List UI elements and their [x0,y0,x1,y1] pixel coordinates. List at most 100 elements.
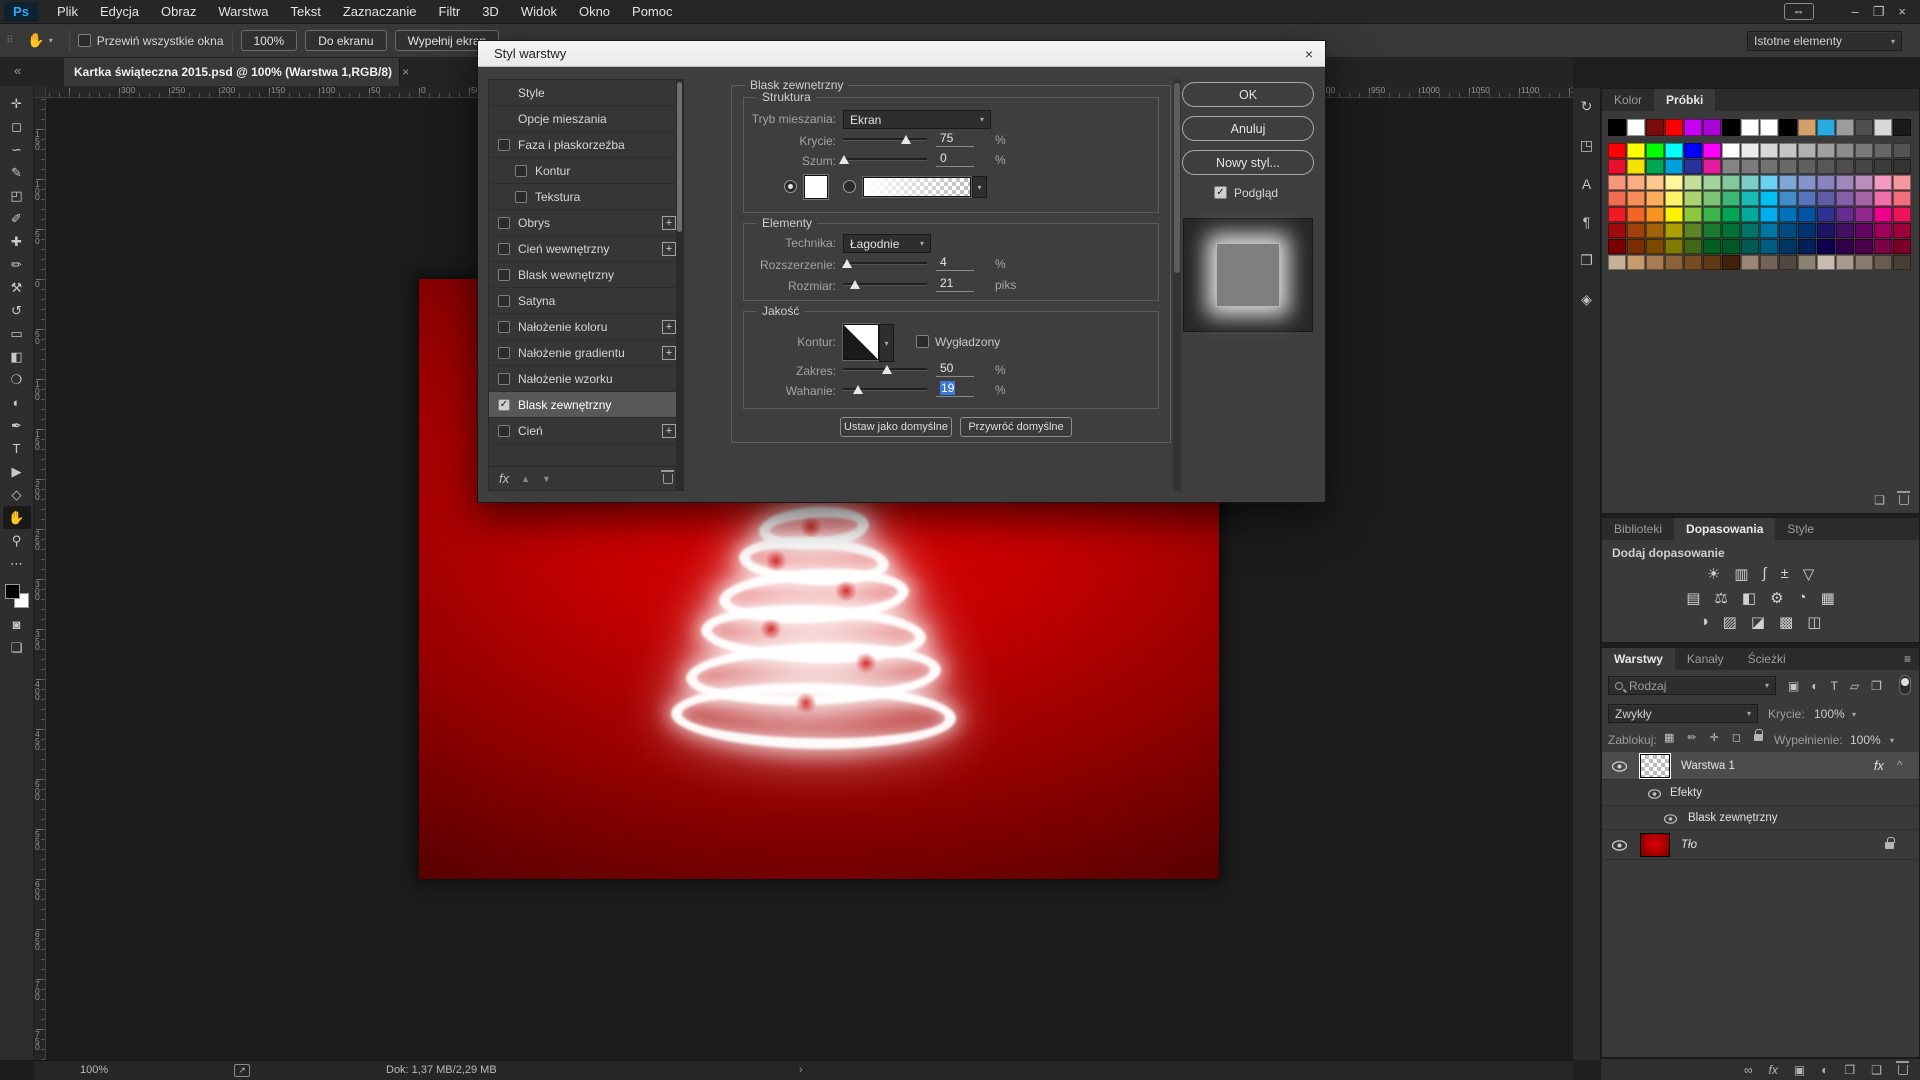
dodge-tool[interactable]: ◐ [3,391,31,414]
curves-icon[interactable]: ∫ [1762,565,1766,583]
scroll-all-windows-option[interactable]: ✓ Przewiń wszystkie okna [78,34,224,48]
swatch[interactable] [1665,143,1683,158]
swatch[interactable] [1798,239,1816,254]
swatch[interactable] [1646,143,1664,158]
collapse-effects-icon[interactable]: ^ [1897,760,1902,772]
swatch[interactable] [1779,159,1797,174]
swatch[interactable] [1646,191,1664,206]
layer-style-item[interactable]: ✓ Blask zewnętrzny + [489,392,683,418]
zoom-100-button[interactable]: 100% [241,30,298,51]
layer-filter-select[interactable]: Rodzaj ▾ [1608,676,1776,695]
black-white-icon[interactable]: ◧ [1742,589,1756,607]
swatch[interactable] [1703,223,1721,238]
noise-slider[interactable] [843,152,927,166]
add-layer-style-icon[interactable]: fx [1769,1063,1778,1077]
swatch[interactable] [1722,159,1740,174]
gradient-picker-icon[interactable]: ▾ [972,176,987,198]
swatch[interactable] [1798,223,1816,238]
antialiased-checkbox[interactable]: ✓ [916,335,929,348]
menu-item[interactable]: Okno [568,0,621,24]
swatch[interactable] [1741,207,1759,222]
add-instance-icon[interactable]: + [662,320,676,334]
spread-value[interactable]: 4 [936,255,974,271]
gradient-map-icon[interactable]: ▩ [1779,613,1793,631]
swatch[interactable] [1836,159,1854,174]
ok-button[interactable]: OK [1182,82,1314,107]
swatch[interactable] [1836,191,1854,206]
swatch[interactable] [1798,175,1816,190]
swatch[interactable] [1817,223,1835,238]
swatch[interactable] [1741,119,1759,136]
shape-tool[interactable]: ◇ [3,483,31,506]
noise-value[interactable]: 0 [936,151,974,167]
swatch[interactable] [1608,159,1626,174]
new-group-icon[interactable]: ❒ [1844,1063,1855,1077]
move-tool[interactable]: ✛ [3,92,31,115]
opacity-value[interactable]: 75 [936,131,974,147]
workspace-select[interactable]: Istotne elementy ▾ [1747,31,1902,51]
technique-select[interactable]: Łagodnie ▾ [843,234,931,253]
swatch[interactable] [1684,159,1702,174]
invert-icon[interactable]: ◑ [1700,613,1709,631]
new-style-button[interactable]: Nowy styl... [1182,150,1314,175]
swatch[interactable] [1855,191,1873,206]
swatch[interactable] [1684,175,1702,190]
layer-name[interactable]: Warstwa 1 [1681,760,1735,772]
menu-item[interactable]: Pomoc [621,0,683,24]
swatch[interactable] [1798,119,1816,136]
swatch[interactable] [1893,191,1911,206]
swatch[interactable] [1760,223,1778,238]
gradient-tool[interactable]: ◧ [3,345,31,368]
glow-gradient-strip[interactable] [863,177,971,197]
swatch[interactable] [1760,175,1778,190]
swatch[interactable] [1798,191,1816,206]
zoom-tool[interactable]: ⚲ [3,529,31,552]
lock-artboard-icon[interactable]: ◻ [1732,731,1741,744]
swatch[interactable] [1741,239,1759,254]
swatch[interactable] [1836,119,1854,136]
swatch[interactable] [1855,159,1873,174]
swatch[interactable] [1798,159,1816,174]
clone-stamp-tool[interactable]: ⚒ [3,276,31,299]
new-layer-icon[interactable]: ❑ [1871,1063,1882,1077]
range-value[interactable]: 50 [936,361,974,377]
swatch[interactable] [1836,175,1854,190]
swatch[interactable] [1703,159,1721,174]
filter-shape-icon[interactable]: ▱ [1850,679,1859,693]
swatch[interactable] [1608,143,1626,158]
color-lookup-icon[interactable]: ▦ [1821,589,1835,607]
layer-style-item[interactable]: ✓ Nałożenie wzorku + [489,366,683,392]
swatch[interactable] [1741,255,1759,270]
quick-mask-button[interactable]: ◙ [3,613,31,636]
dialog-close-icon[interactable]: × [1305,41,1313,67]
style-checkbox[interactable]: ✓ [498,269,510,281]
swatch[interactable] [1798,143,1816,158]
move-down-icon[interactable]: ▼ [542,474,551,484]
glow-color-swatch[interactable] [804,175,828,199]
swatch[interactable] [1703,255,1721,270]
swatch[interactable] [1779,191,1797,206]
workspace-switcher-icon[interactable]: ⇔ [1784,3,1814,20]
swatch[interactable] [1817,175,1835,190]
style-checkbox[interactable]: ✓ [515,191,527,203]
posterize-icon[interactable]: ▨ [1723,613,1737,631]
swatch[interactable] [1646,223,1664,238]
tab-probki[interactable]: Próbki [1654,89,1715,111]
swatch[interactable] [1722,207,1740,222]
style-checkbox[interactable]: ✓ [498,217,510,229]
style-checkbox[interactable]: ✓ [498,321,510,333]
menu-item[interactable]: Plik [46,0,89,24]
swatch[interactable] [1798,207,1816,222]
layer-style-item[interactable]: ✓ Nałożenie gradientu + [489,340,683,366]
fit-screen-button[interactable]: Do ekranu [305,30,386,51]
size-slider[interactable] [843,277,927,291]
restore-default-button[interactable]: Przywróć domyślne [960,417,1072,437]
swatch[interactable] [1703,239,1721,254]
brightness-contrast-icon[interactable]: ☀ [1707,565,1720,583]
swatch[interactable] [1836,223,1854,238]
swatch[interactable] [1779,239,1797,254]
new-adjustment-layer-icon[interactable]: ◐ [1821,1063,1828,1077]
layer-style-item[interactable]: ✓ Obrys + [489,210,683,236]
swatch[interactable] [1779,223,1797,238]
vertical-ruler[interactable]: 1 5 01 0 05 005 01 0 01 5 02 0 02 5 03 0… [34,98,46,1060]
